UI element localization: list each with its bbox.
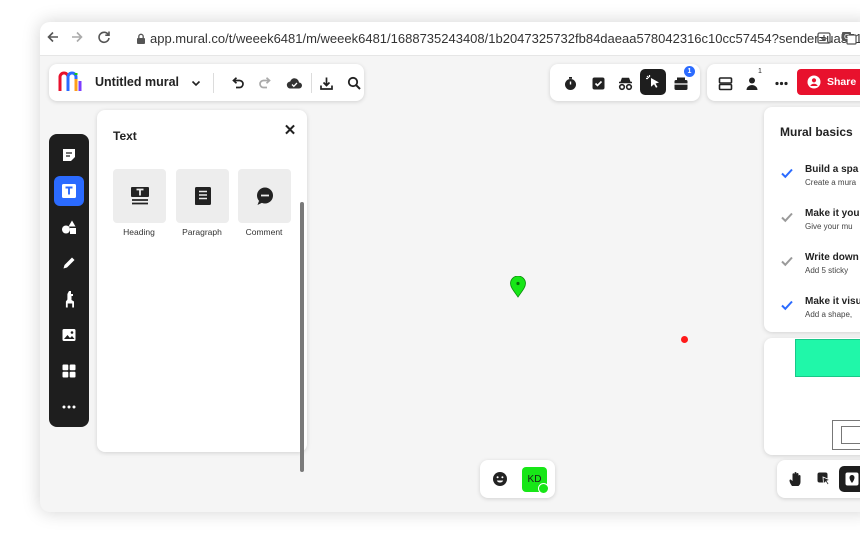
- reload-icon[interactable]: [95, 30, 113, 48]
- minimap[interactable]: [764, 338, 860, 455]
- panel-title: Text: [113, 129, 137, 143]
- basics-item-title: Make it visu: [805, 296, 860, 307]
- undo-icon[interactable]: [226, 72, 248, 94]
- comment-icon: [256, 187, 273, 205]
- basics-item-subtitle: Add 5 sticky: [805, 266, 849, 275]
- mural-basics-panel: Mural basics Build a spa Create a mura M…: [764, 107, 860, 332]
- search-icon[interactable]: [343, 72, 365, 94]
- forward-icon[interactable]: [68, 30, 86, 48]
- browser-window: app.mural.co/t/weeek6481/m/weeek6481/168…: [40, 22, 860, 512]
- outline-icon[interactable]: 1: [670, 66, 695, 94]
- private-mode-icon[interactable]: [614, 72, 636, 94]
- select-cursor-icon[interactable]: [813, 468, 835, 490]
- heading-option[interactable]: [113, 169, 166, 223]
- avatar[interactable]: KD: [522, 467, 549, 494]
- install-app-icon[interactable]: [816, 30, 832, 46]
- translate-icon[interactable]: G: [841, 30, 857, 46]
- more-icon[interactable]: [54, 392, 84, 422]
- pen-icon[interactable]: [54, 248, 84, 278]
- text-icon[interactable]: [54, 176, 84, 206]
- basics-item-title: Make it you: [805, 208, 860, 219]
- redo-icon[interactable]: [254, 72, 276, 94]
- image-icon[interactable]: [54, 320, 84, 350]
- hand-icon[interactable]: [785, 468, 807, 490]
- check-icon: [781, 300, 793, 311]
- check-icon: [781, 212, 793, 223]
- members-count: 1: [758, 68, 762, 75]
- minimap-frame: [841, 426, 860, 444]
- check-icon: [781, 256, 793, 267]
- location-pin-icon[interactable]: [509, 276, 527, 298]
- basics-item-subtitle: Create a mura: [805, 178, 857, 187]
- comment-option[interactable]: [238, 169, 291, 223]
- comment-label: Comment: [245, 227, 283, 237]
- notification-badge: 1: [684, 66, 695, 77]
- llama-icon[interactable]: [54, 284, 84, 314]
- share-button[interactable]: Share: [797, 69, 860, 95]
- basics-item-subtitle: Add a shape,: [805, 310, 853, 319]
- sticky-note-icon[interactable]: [54, 140, 84, 170]
- checklist-icon[interactable]: [587, 72, 609, 94]
- heading-icon: [130, 187, 149, 205]
- basics-item[interactable]: Make it visu Add a shape,: [780, 296, 860, 326]
- basics-item-title: Build a spa: [805, 164, 859, 175]
- minimap-shape: [795, 339, 860, 377]
- timer-icon[interactable]: [559, 72, 581, 94]
- templates-icon[interactable]: [54, 356, 84, 386]
- divider: [213, 73, 214, 93]
- cursor-dot: [681, 336, 688, 343]
- basics-item[interactable]: Write down Add 5 sticky: [780, 252, 860, 282]
- present-mode-icon[interactable]: [839, 466, 860, 492]
- mural-header-toolbar: Untitled mural: [49, 64, 364, 101]
- share-user-icon: [807, 75, 821, 89]
- more-options-icon[interactable]: [770, 72, 792, 94]
- paragraph-option[interactable]: [176, 169, 229, 223]
- close-icon[interactable]: ✕: [281, 122, 299, 140]
- export-icon[interactable]: [315, 72, 337, 94]
- emoji-icon[interactable]: [489, 468, 511, 490]
- share-label: Share: [827, 76, 857, 88]
- heading-label: Heading: [123, 227, 155, 237]
- basics-item-title: Write down: [805, 252, 859, 263]
- summon-cursor-icon[interactable]: [640, 69, 666, 95]
- basics-item[interactable]: Make it you Give your mu: [780, 208, 860, 238]
- basics-item-subtitle: Give your mu: [805, 222, 853, 231]
- facilitation-toolbar: 1: [550, 64, 700, 101]
- navigation-bar: [777, 460, 860, 498]
- presence-bar: KD: [480, 460, 555, 498]
- shapes-icon[interactable]: [54, 212, 84, 242]
- lock-icon: [137, 33, 145, 44]
- facilitator-badge: [538, 483, 549, 494]
- back-icon[interactable]: [44, 30, 62, 48]
- url-text: app.mural.co/t/weeek6481/m/weeek6481/168…: [150, 31, 860, 46]
- check-icon: [781, 168, 793, 179]
- paragraph-icon: [194, 187, 211, 205]
- chevron-down-icon[interactable]: [185, 72, 207, 94]
- basics-title: Mural basics: [780, 125, 853, 139]
- cloud-saved-icon[interactable]: [283, 72, 305, 94]
- members-icon[interactable]: 1: [742, 68, 764, 94]
- basics-item[interactable]: Build a spa Create a mura: [780, 164, 860, 194]
- divider: [311, 73, 312, 93]
- text-panel: Text ✕ Heading Paragraph Comment: [97, 110, 307, 472]
- address-bar[interactable]: app.mural.co/t/weeek6481/m/weeek6481/168…: [126, 27, 860, 51]
- panel-scrollbar[interactable]: [300, 202, 304, 472]
- paragraph-label: Paragraph: [182, 227, 222, 237]
- svg-text:G: G: [844, 33, 849, 41]
- mural-logo-icon[interactable]: [58, 71, 84, 93]
- left-tool-sidebar: [49, 134, 89, 427]
- sections-icon[interactable]: [714, 72, 736, 94]
- mural-title[interactable]: Untitled mural: [95, 75, 179, 89]
- browser-toolbar: app.mural.co/t/weeek6481/m/weeek6481/168…: [40, 22, 860, 56]
